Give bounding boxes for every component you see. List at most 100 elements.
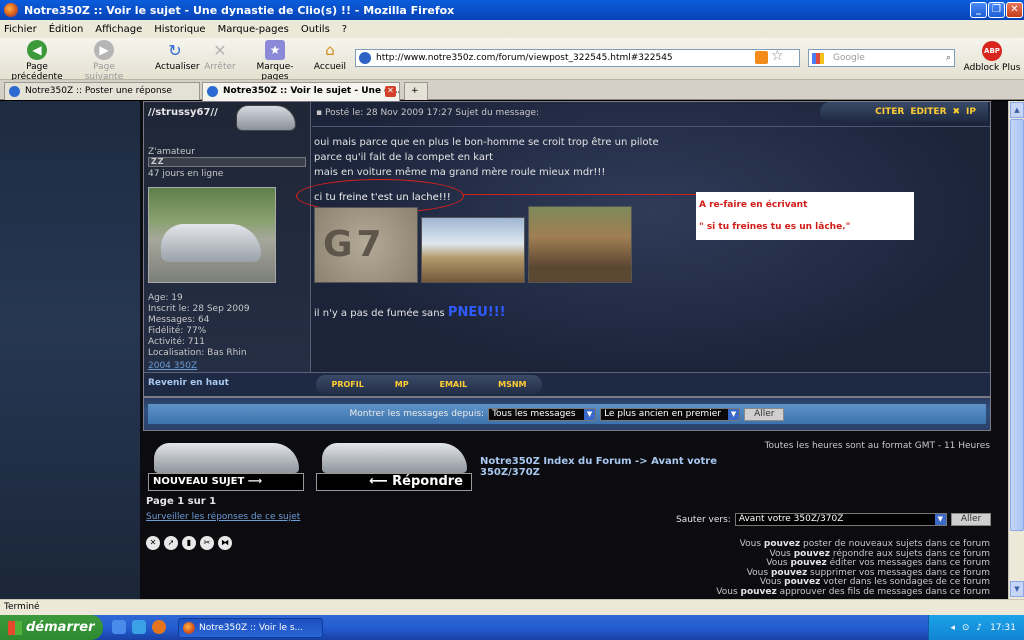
menu-outils[interactable]: Outils <box>301 24 330 35</box>
firefox-launch-icon[interactable] <box>152 620 166 634</box>
menu-affichage[interactable]: Affichage <box>95 24 142 35</box>
jump-go-button[interactable]: Aller <box>950 513 992 526</box>
photo-sand-writing: G7 <box>323 224 386 265</box>
jump-label: Sauter vers: <box>676 514 731 525</box>
note-line: " si tu freines tu es un lâche." <box>699 222 851 232</box>
chevron-down-icon: ▼ <box>584 408 596 420</box>
window-titlebar: Notre350Z :: Voir le sujet - Une dynasti… <box>0 0 1024 20</box>
user-car-link[interactable]: 2004 350Z <box>148 361 197 371</box>
scroll-down-arrow[interactable]: ▼ <box>1010 581 1024 597</box>
tab-close-icon[interactable]: ✕ <box>385 86 396 97</box>
search-input[interactable]: Google ⌕ <box>808 49 955 67</box>
back-to-top-link[interactable]: Revenir en haut <box>148 378 229 388</box>
filter-go-button[interactable]: Aller <box>744 407 785 421</box>
back-button[interactable]: ◀ Page précédente <box>4 40 70 82</box>
close-button[interactable]: ✕ <box>1006 2 1023 18</box>
new-tab-button[interactable]: + <box>404 82 428 100</box>
tab-poster-reponse[interactable]: Notre350Z :: Poster une réponse <box>4 82 200 100</box>
menu-bar: Fichier Édition Affichage Historique Mar… <box>0 20 1024 38</box>
msnm-button[interactable]: MSNM <box>498 380 526 389</box>
close-topic-icon[interactable]: ✕ <box>146 536 160 550</box>
breadcrumb[interactable]: Notre350Z Index du Forum -> Avant votre … <box>480 456 720 478</box>
menu-historique[interactable]: Historique <box>154 24 205 35</box>
rss-feed-icon[interactable] <box>755 51 768 64</box>
scroll-thumb[interactable] <box>1010 119 1024 531</box>
message-line: parce qu'il fait de la compet en kart <box>314 152 494 163</box>
reply-button[interactable]: ⟵ Répondre <box>314 443 474 493</box>
menu-edition[interactable]: Édition <box>49 24 84 35</box>
new-topic-button[interactable]: NOUVEAU SUJET ⟶ <box>146 443 306 493</box>
vertical-scrollbar[interactable]: ▲ ▼ <box>1008 101 1024 599</box>
post-photo-beach[interactable] <box>421 217 525 283</box>
tab-voir-sujet[interactable]: Notre350Z :: Voir le sujet - Une d... ✕ <box>202 82 400 101</box>
windows-taskbar: démarrer Notre350Z :: Voir le s... ◂ ⊙ ♪… <box>0 615 1024 640</box>
filter-order-select[interactable]: Le plus ancien en premier ▼ <box>600 407 741 421</box>
post-username[interactable]: //strussy67// <box>148 107 218 118</box>
stop-label: Arrêter <box>204 62 236 72</box>
ie-icon[interactable] <box>112 620 126 634</box>
firefox-icon <box>4 3 18 17</box>
pm-button[interactable]: MP <box>395 380 409 389</box>
rank-badge: ZZ <box>148 157 306 167</box>
delete-topic-icon[interactable]: ▮ <box>182 536 196 550</box>
merge-topic-icon[interactable]: ⧓ <box>218 536 232 550</box>
menu-marque-pages[interactable]: Marque-pages <box>218 24 289 35</box>
home-label: Accueil <box>313 62 347 72</box>
delete-icon[interactable]: ✖ <box>953 107 961 117</box>
chevron-down-icon: ▼ <box>728 408 740 420</box>
edit-button[interactable]: EDITER <box>910 107 946 117</box>
forward-arrow-icon: ▶ <box>94 40 114 60</box>
user-car-photo <box>148 187 276 283</box>
stop-button[interactable]: ✕ Arrêter <box>203 40 237 73</box>
profile-button[interactable]: PROFIL <box>331 380 363 389</box>
post-photo-sand[interactable]: G7 <box>314 207 418 283</box>
home-button[interactable]: ⌂ Accueil <box>313 40 347 72</box>
permission-line: Vous pouvez approuver des fils de messag… <box>716 586 990 597</box>
bookmark-star-icon[interactable]: ☆ <box>771 48 784 64</box>
firefox-icon <box>183 622 195 634</box>
minimize-button[interactable]: _ <box>970 2 987 18</box>
reload-button[interactable]: ↻ Actualiser <box>155 40 200 73</box>
ip-button[interactable]: IP <box>966 107 976 117</box>
highlighted-text: ci tu freine t'est un lache!!! <box>314 192 451 203</box>
message-filter-bar: Montrer les messages depuis: Tous les me… <box>143 397 991 431</box>
post-separator <box>312 126 990 127</box>
maximize-button[interactable]: ❐ <box>988 2 1005 18</box>
tray-icons[interactable]: ◂ ⊙ ♪ <box>951 623 985 633</box>
tab-favicon <box>9 86 20 97</box>
adblock-label: Adblock Plus <box>963 63 1021 73</box>
start-button[interactable]: démarrer <box>0 615 103 640</box>
scroll-up-arrow[interactable]: ▲ <box>1010 102 1024 118</box>
url-bar[interactable]: http://www.notre350z.com/forum/viewpost_… <box>355 49 800 67</box>
watch-topic-link[interactable]: Surveiller les réponses de ce sujet <box>146 512 300 522</box>
taskbar-firefox-window[interactable]: Notre350Z :: Voir le s... <box>178 618 323 638</box>
menu-fichier[interactable]: Fichier <box>4 24 37 35</box>
jump-select[interactable]: Avant votre 350Z/370Z ▼ <box>734 513 947 526</box>
bookmarks-button[interactable]: ★ Marque-pages <box>245 40 305 82</box>
filter-days-select[interactable]: Tous les messages ▼ <box>488 407 597 421</box>
car-graphic <box>322 443 467 473</box>
search-placeholder: Google <box>833 53 865 63</box>
magnifier-icon[interactable]: ⌕ <box>946 50 951 66</box>
tab-bar: Notre350Z :: Poster une réponse Notre350… <box>0 80 1024 101</box>
forum-permissions: Vous pouvez poster de nouveaux sujets da… <box>716 539 990 598</box>
post-header: ▪ Posté le: 28 Nov 2009 17:27 Sujet du m… <box>316 108 539 118</box>
post-photo-terrace[interactable] <box>528 206 632 283</box>
forward-button[interactable]: ▶ Page suivante <box>74 40 134 82</box>
bookmarks-star-icon: ★ <box>265 40 285 60</box>
messenger-icon[interactable] <box>132 620 146 634</box>
stat-activity: Activité: 711 <box>148 337 205 347</box>
reply-label: ⟵ Répondre <box>316 473 472 491</box>
quote-button[interactable]: CITER <box>875 107 904 117</box>
email-button[interactable]: EMAIL <box>440 380 468 389</box>
post-message: oui mais parce que en plus le bon-homme … <box>314 135 659 180</box>
topic-action-icons: ✕ ➚ ▮ ✂ ⧓ <box>146 536 232 550</box>
move-topic-icon[interactable]: ➚ <box>164 536 178 550</box>
jump-to-forum: Sauter vers: Avant votre 350Z/370Z ▼ Alle… <box>676 513 992 526</box>
menu-help[interactable]: ? <box>342 24 347 35</box>
split-topic-icon[interactable]: ✂ <box>200 536 214 550</box>
tab-favicon <box>207 86 218 97</box>
stat-location: Localisation: Bas Rhin <box>148 348 247 358</box>
adblock-button[interactable]: ABP Adblock Plus <box>962 41 1022 73</box>
signature-text: il n'y a pas de fumée sans <box>314 308 448 319</box>
